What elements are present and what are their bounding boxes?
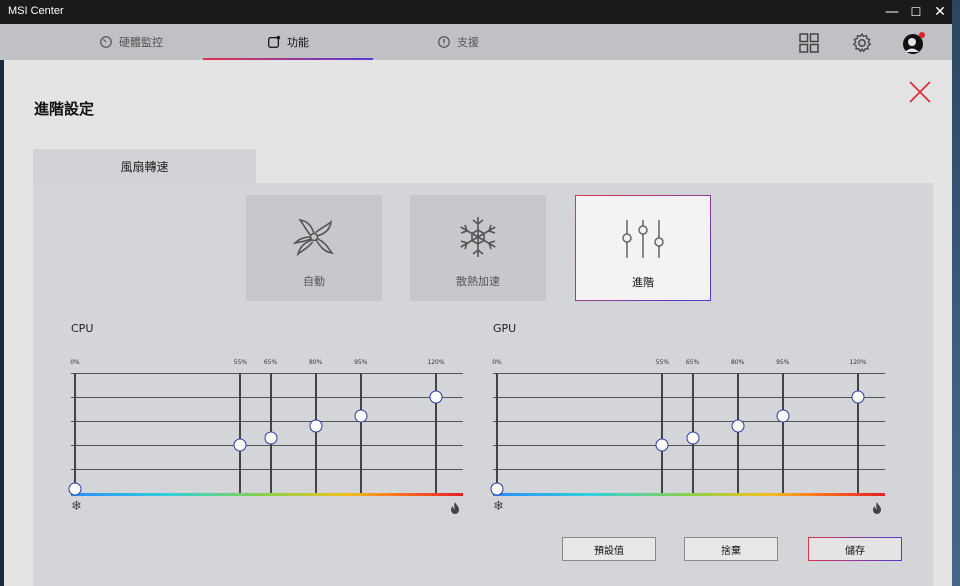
grid-line: [71, 469, 463, 470]
curve-point-handle[interactable]: [776, 409, 790, 423]
minimize-button[interactable]: —: [880, 0, 904, 24]
grid-line: [493, 469, 885, 470]
top-navigation: 硬體監控 功能 支援: [0, 24, 952, 60]
button-label: 預設值: [594, 545, 624, 557]
snowflake-icon: ❄: [71, 499, 82, 514]
mode-label: 散熱加速: [456, 275, 500, 288]
curve-point-handle[interactable]: [686, 431, 700, 445]
curve-point-handle[interactable]: [309, 419, 323, 433]
tab-label: 硬體監控: [119, 36, 163, 49]
grid-line: [493, 397, 885, 398]
app-title: MSI Center: [8, 5, 64, 17]
mode-auto-button[interactable]: 自動: [246, 195, 382, 301]
grid-line: [71, 373, 463, 374]
sliders-icon: [622, 220, 664, 258]
curve-point-handle[interactable]: [655, 438, 669, 452]
point-guide-line: [359, 373, 362, 493]
grid-line: [71, 397, 463, 398]
temperature-gradient-bar: [493, 493, 885, 496]
point-guide-line: [496, 373, 498, 493]
profile-avatar-icon[interactable]: [902, 31, 926, 55]
flame-icon: [873, 502, 881, 514]
flame-icon: [451, 502, 459, 514]
mode-label: 自動: [303, 275, 325, 288]
cpu-curve-title: CPU: [71, 322, 94, 335]
point-temp-label: 65%: [685, 359, 700, 366]
curve-point-handle[interactable]: [490, 482, 504, 496]
point-temp-label: 80%: [730, 359, 745, 366]
support-icon: [438, 36, 450, 48]
title-bar: MSI Center — ☐ ✕: [0, 0, 952, 24]
main-content: 進階設定 風扇轉速 自動 散熱加速 進階 CPU 0% 55% 65% 80% …: [4, 60, 952, 586]
page-title: 進階設定: [34, 100, 95, 118]
desktop-background: [952, 0, 960, 586]
fan-icon: [292, 218, 334, 257]
close-window-button[interactable]: ✕: [928, 0, 952, 24]
point-temp-label: 120%: [849, 359, 867, 366]
tab-label: 功能: [287, 36, 309, 49]
point-temp-label: 55%: [233, 359, 248, 366]
point-guide-line: [239, 373, 242, 493]
point-guide-line: [781, 373, 784, 493]
save-button[interactable]: 儲存: [808, 537, 902, 561]
point-temp-label: 55%: [655, 359, 670, 366]
curve-point-handle[interactable]: [731, 419, 745, 433]
grid-line: [71, 445, 463, 446]
point-guide-line: [661, 373, 664, 493]
grid-line: [493, 445, 885, 446]
tab-label: 支援: [457, 36, 479, 49]
grid-icon[interactable]: [798, 32, 820, 54]
curve-point-handle[interactable]: [354, 409, 368, 423]
point-temp-label: 95%: [776, 359, 790, 366]
mode-label: 進階: [632, 276, 654, 289]
feature-icon: [268, 35, 281, 48]
tab-features[interactable]: 功能: [203, 24, 373, 60]
grid-line: [71, 421, 463, 422]
cpu-fan-curve[interactable]: 0% 55% 65% 80% 95% 120% ❄: [68, 353, 471, 523]
grid-line: [493, 373, 885, 374]
mode-cooler-boost-button[interactable]: 散熱加速: [410, 195, 546, 301]
curve-point-handle[interactable]: [264, 431, 278, 445]
point-temp-label: 120%: [427, 359, 445, 366]
point-temp-label: 95%: [354, 359, 368, 366]
default-button[interactable]: 預設值: [562, 537, 656, 561]
settings-gear-icon[interactable]: [851, 32, 873, 54]
subtab-label: 風扇轉速: [120, 159, 169, 174]
gpu-fan-curve[interactable]: 0% 55% 65% 80% 95% 120% ❄: [490, 353, 893, 523]
point-temp-label: 80%: [308, 359, 323, 366]
gauge-icon: [100, 36, 112, 48]
button-label: 捨棄: [721, 545, 741, 557]
point-temp-label: 65%: [263, 359, 278, 366]
mode-advanced-button[interactable]: 進階: [575, 195, 711, 301]
close-icon[interactable]: [908, 80, 932, 104]
gpu-curve-title: GPU: [493, 322, 517, 335]
point-guide-line: [74, 373, 76, 493]
curve-point-handle[interactable]: [851, 390, 865, 404]
snowflake-icon: ❄: [493, 499, 504, 514]
grid-line: [493, 421, 885, 422]
curve-point-handle[interactable]: [429, 390, 443, 404]
snowflake-icon: [460, 217, 496, 257]
button-label: 儲存: [845, 545, 865, 557]
curve-point-handle[interactable]: [68, 482, 82, 496]
tab-support[interactable]: 支援: [373, 24, 543, 60]
point-temp-label: 0%: [70, 359, 80, 366]
point-guide-line: [314, 373, 317, 493]
tab-hardware-monitor[interactable]: 硬體監控: [46, 24, 216, 60]
maximize-button[interactable]: ☐: [904, 0, 928, 24]
tab-fan-speed[interactable]: 風扇轉速: [33, 149, 256, 183]
point-temp-label: 0%: [492, 359, 502, 366]
temperature-gradient-bar: [71, 493, 463, 496]
point-guide-line: [736, 373, 739, 493]
curve-point-handle[interactable]: [233, 438, 247, 452]
discard-button[interactable]: 捨棄: [684, 537, 778, 561]
fan-speed-panel: 自動 散熱加速 進階 CPU 0% 55% 65% 80% 95% 120% ❄…: [33, 183, 933, 586]
